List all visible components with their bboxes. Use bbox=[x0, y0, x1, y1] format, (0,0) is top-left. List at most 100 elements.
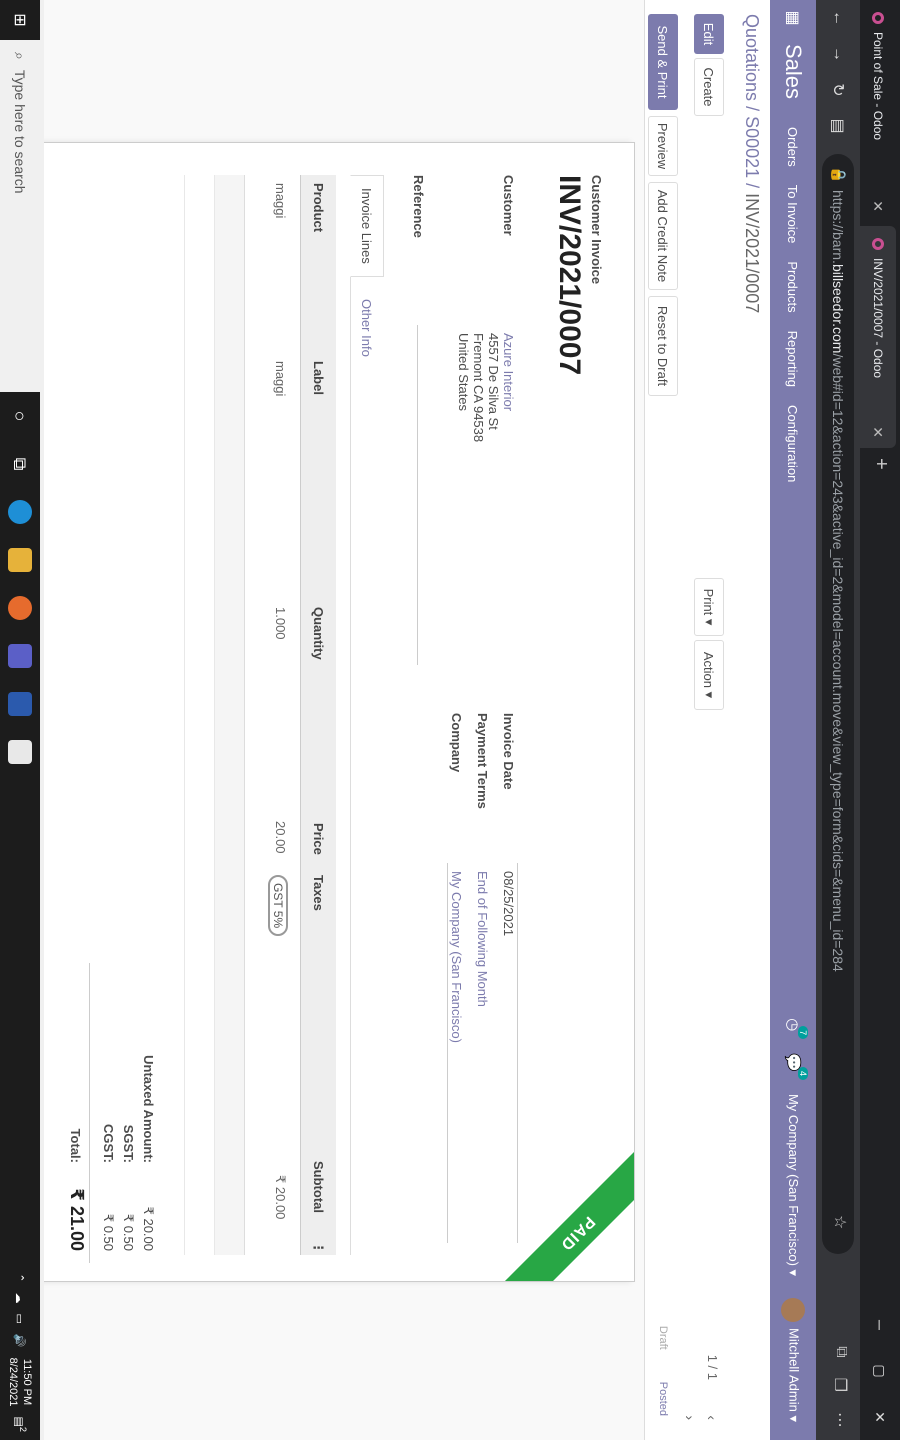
maximize-icon[interactable]: ▢ bbox=[860, 1348, 900, 1394]
windows-start-icon[interactable]: ⊞ bbox=[10, 0, 30, 40]
cgst-value: ₹ 0.50 bbox=[101, 1213, 116, 1251]
address-line: Fremont CA 94538 bbox=[471, 333, 486, 443]
menu-reporting[interactable]: Reporting bbox=[786, 331, 801, 387]
messages-icon[interactable]: 💬 4 bbox=[784, 1053, 808, 1080]
col-label[interactable]: Label bbox=[311, 361, 326, 395]
user-menu[interactable]: Mitchell Admin ▾ bbox=[781, 1298, 805, 1422]
file-explorer-icon[interactable] bbox=[0, 536, 40, 584]
breadcrumb-quotations[interactable]: Quotations bbox=[742, 14, 762, 101]
cell-price: 20.00 bbox=[273, 821, 288, 854]
totals-block: Untaxed Amount: ₹ 20.00 SGST: ₹ 0.50 CGS… bbox=[60, 963, 156, 1263]
notification-icon[interactable]: ▤2 bbox=[12, 1417, 28, 1433]
breadcrumb-sep: / bbox=[742, 101, 762, 117]
reset-draft-button[interactable]: Reset to Draft bbox=[648, 296, 678, 396]
create-button[interactable]: Create bbox=[694, 58, 724, 116]
menu-to-invoice[interactable]: To Invoice bbox=[786, 185, 801, 244]
url-input[interactable]: 🔒 https://barn. billseedor.com/web#id=12&… bbox=[822, 154, 854, 1254]
forward-icon[interactable]: → bbox=[829, 36, 847, 72]
collections-icon[interactable]: ❐ bbox=[830, 1378, 850, 1392]
breadcrumb: Quotations / S00021 / INV/2021/0007 bbox=[741, 14, 762, 313]
invoice-date-value: 08/25/2021 bbox=[501, 871, 516, 937]
statusbar: Send & Print Preview Add Credit Note Res… bbox=[644, 0, 682, 1440]
close-window-icon[interactable]: ✕ bbox=[860, 1394, 900, 1440]
extensions-icon[interactable]: ⧉ bbox=[830, 1346, 850, 1357]
onedrive-icon[interactable]: ☁ bbox=[14, 1292, 27, 1303]
edit-button[interactable]: Edit bbox=[694, 14, 724, 54]
windows-taskbar: ⊞ ⌕ Type here to search ○ ⧉ ⌃ ☁ ▭ 🔊 11:5… bbox=[0, 0, 40, 1440]
tab-invoice-lines[interactable]: Invoice Lines bbox=[350, 175, 384, 277]
paid-ribbon: PAID bbox=[494, 1150, 635, 1282]
status-draft[interactable]: Draft bbox=[657, 1326, 669, 1350]
table-row[interactable]: maggi maggi 1.000 20.00 GST 5% ₹ 20.00 bbox=[244, 175, 300, 1255]
untaxed-label: Untaxed Amount: bbox=[141, 1055, 156, 1163]
edge-icon[interactable] bbox=[0, 488, 40, 536]
address-line: 4557 De Silva St bbox=[486, 333, 501, 430]
pager-next-icon[interactable]: › bbox=[682, 1415, 698, 1420]
odoo-top-nav: ▦ Sales Orders To Invoice Products Repor… bbox=[770, 0, 816, 1440]
apps-menu-icon[interactable]: ▦ bbox=[783, 0, 803, 36]
taskbar-search-input[interactable]: ⌕ Type here to search bbox=[0, 40, 40, 392]
screen: Point of Sale - Odoo ✕ INV/2021/0007 - O… bbox=[0, 0, 900, 1440]
send-print-button[interactable]: Send & Print bbox=[648, 14, 678, 110]
payment-terms-value[interactable]: End of Following Month bbox=[475, 871, 490, 1007]
menu-configuration[interactable]: Configuration bbox=[786, 405, 801, 482]
back-icon[interactable]: ← bbox=[829, 0, 847, 36]
notebook-tabs: Invoice Lines Other Info bbox=[350, 175, 384, 1255]
table-header: Product Label Quantity Price Taxes Subto… bbox=[300, 175, 336, 1255]
photos-icon[interactable] bbox=[0, 728, 40, 776]
reload-icon[interactable]: ↻ bbox=[828, 72, 848, 108]
customer-name[interactable]: Azure Interior bbox=[501, 333, 516, 442]
tab-other-info[interactable]: Other Info bbox=[350, 287, 384, 369]
col-taxes[interactable]: Taxes bbox=[311, 875, 326, 911]
tax-tag: GST 5% bbox=[268, 875, 288, 937]
reference-input bbox=[417, 325, 418, 665]
col-price[interactable]: Price bbox=[311, 823, 326, 855]
column-options-icon[interactable]: ⋮ bbox=[310, 1241, 326, 1254]
firefox-icon[interactable] bbox=[0, 584, 40, 632]
lock-icon[interactable]: 🔒 bbox=[830, 166, 847, 183]
cell-quantity: 1.000 bbox=[273, 607, 288, 640]
browser-actions: ⧉ ❐ ⋯ bbox=[830, 1346, 850, 1428]
company-value[interactable]: My Company (San Francisco) bbox=[449, 871, 464, 1043]
col-subtotal[interactable]: Subtotal bbox=[311, 1161, 326, 1213]
menu-orders[interactable]: Orders bbox=[786, 127, 801, 167]
reading-icon[interactable]: ▤ bbox=[828, 108, 848, 144]
status-posted[interactable]: Posted bbox=[657, 1382, 669, 1416]
browser-tab-pos[interactable]: Point of Sale - Odoo ✕ bbox=[860, 0, 896, 222]
action-button[interactable]: Action ▾ bbox=[694, 640, 724, 710]
favorite-star-icon[interactable]: ☆ bbox=[830, 1215, 850, 1229]
address-line: United States bbox=[456, 333, 471, 412]
close-tab-icon[interactable]: ✕ bbox=[870, 200, 887, 212]
more-menu-icon[interactable]: ⋯ bbox=[830, 1412, 850, 1428]
tray-chevron-icon[interactable]: ⌃ bbox=[14, 1273, 27, 1282]
print-button[interactable]: Print ▾ bbox=[694, 578, 724, 636]
company-switcher[interactable]: My Company (San Francisco) ▾ bbox=[785, 1094, 801, 1276]
invoice-sheet: PAID Customer Invoice INV/2021/0007 Cust… bbox=[40, 142, 635, 1282]
pager-value[interactable]: 1 / 1 bbox=[705, 1355, 720, 1380]
pager-prev-icon[interactable]: ‹ bbox=[704, 1415, 720, 1420]
task-view-icon[interactable]: ⧉ bbox=[0, 440, 40, 488]
nav-systray: ◷ 7 💬 4 My Company (San Francisco) ▾ Mitch… bbox=[770, 1018, 816, 1422]
activity-icon[interactable]: ◷ 7 bbox=[784, 1018, 808, 1040]
cortana-icon[interactable]: ○ bbox=[0, 392, 40, 440]
close-tab-icon[interactable]: ✕ bbox=[870, 426, 887, 438]
word-icon[interactable] bbox=[0, 680, 40, 728]
col-quantity[interactable]: Quantity bbox=[311, 607, 326, 660]
menu-products[interactable]: Products bbox=[786, 261, 801, 312]
user-name: Mitchell Admin bbox=[786, 1328, 802, 1412]
message-count: 4 bbox=[798, 1066, 808, 1080]
minimize-icon[interactable]: ─ bbox=[860, 1302, 900, 1348]
new-tab-icon[interactable]: + bbox=[869, 458, 892, 470]
preview-button[interactable]: Preview bbox=[648, 116, 678, 176]
clock[interactable]: 11:50 PM 8/24/2021 bbox=[6, 1358, 34, 1407]
teams-icon[interactable] bbox=[0, 632, 40, 680]
untaxed-line: Untaxed Amount: ₹ 20.00 bbox=[136, 963, 156, 1263]
pager-arrows: ‹ › bbox=[682, 1415, 720, 1420]
add-credit-note-button[interactable]: Add Credit Note bbox=[648, 182, 678, 290]
volume-icon[interactable]: 🔊 bbox=[14, 1334, 27, 1348]
app-name[interactable]: Sales bbox=[780, 44, 806, 99]
breadcrumb-order[interactable]: S00021 bbox=[742, 116, 762, 178]
browser-tab-invoice[interactable]: INV/2021/0007 - Odoo ✕ bbox=[860, 226, 896, 448]
network-icon[interactable]: ▭ bbox=[14, 1313, 27, 1323]
col-product[interactable]: Product bbox=[311, 183, 326, 232]
